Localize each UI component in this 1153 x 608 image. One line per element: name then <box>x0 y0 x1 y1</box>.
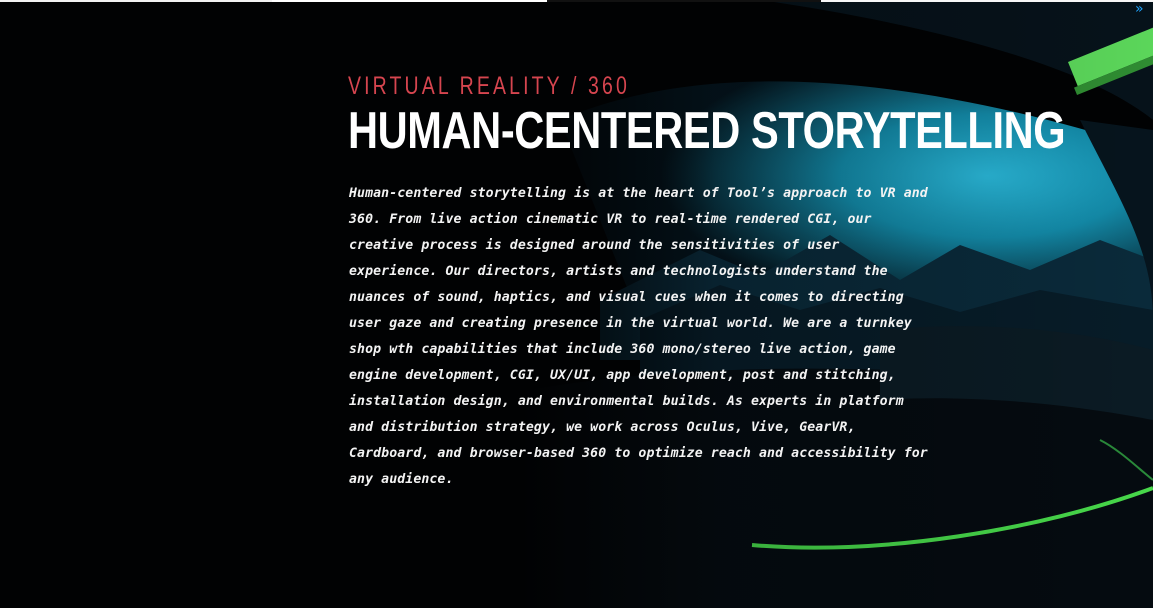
vr-section: » VIRTUAL REALITY / 360 HUMAN-CENTERED S… <box>0 0 1153 608</box>
top-nav-strip-3 <box>547 0 821 2</box>
top-nav-strip-2 <box>272 0 547 2</box>
section-content: VIRTUAL REALITY / 360 HUMAN-CENTERED STO… <box>348 72 1066 493</box>
section-headline: HUMAN-CENTERED STORYTELLING <box>348 102 1066 160</box>
section-body-text: Human-centered storytelling is at the he… <box>349 186 928 487</box>
top-nav-strip-4 <box>821 0 1153 2</box>
top-nav-strip-1 <box>0 0 272 2</box>
section-eyebrow: VIRTUAL REALITY / 360 <box>348 72 630 100</box>
scroll-indicator-icon[interactable]: » <box>1135 2 1151 16</box>
